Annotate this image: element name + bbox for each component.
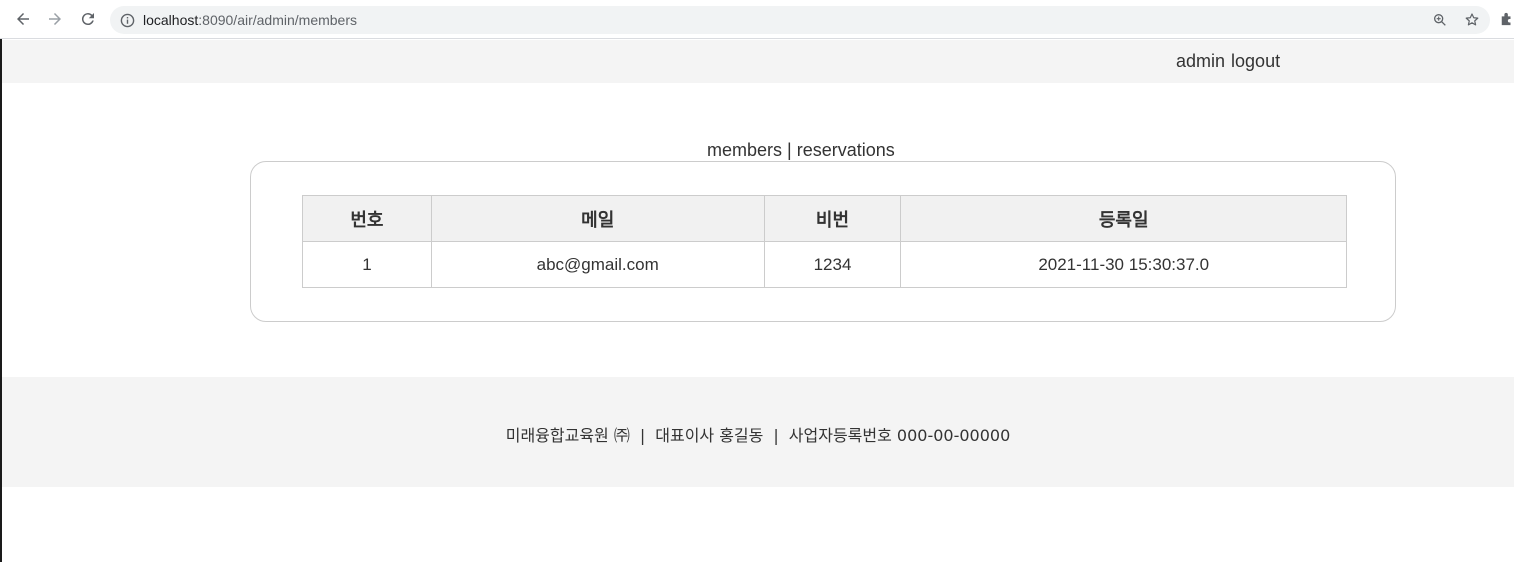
footer-company: 미래융합교육원 ㈜ xyxy=(505,426,630,445)
back-arrow-icon[interactable] xyxy=(12,8,34,30)
address-bar[interactable]: localhost:8090/air/admin/members xyxy=(110,6,1490,34)
footer-ceo: 대표이사 홍길동 xyxy=(655,426,764,445)
cell-number: 1 xyxy=(302,241,432,288)
bookmark-star-icon[interactable] xyxy=(1462,10,1482,30)
footer-separator: | xyxy=(773,426,779,445)
column-header-password: 비번 xyxy=(763,195,902,242)
members-card: 번호 메일 비번 등록일 1 abc@gmail.com 1234 2021-1… xyxy=(250,161,1396,322)
url-host: localhost xyxy=(143,12,199,28)
admin-nav: members | reservations xyxy=(707,140,895,161)
column-header-number: 번호 xyxy=(302,195,432,242)
cell-email: abc@gmail.com xyxy=(430,241,765,288)
column-header-registered-date: 등록일 xyxy=(900,195,1347,242)
table-row: 1 abc@gmail.com 1234 2021-11-30 15:30:37… xyxy=(302,241,1347,288)
site-header: admin logout xyxy=(2,40,1514,83)
zoom-icon[interactable] xyxy=(1430,10,1450,30)
members-link[interactable]: members xyxy=(707,140,782,161)
members-table: 번호 메일 비번 등록일 1 abc@gmail.com 1234 2021-1… xyxy=(302,195,1347,288)
info-icon[interactable] xyxy=(120,13,135,28)
table-header-row: 번호 메일 비번 등록일 xyxy=(302,195,1347,242)
footer-business-number: 사업자등록번호 000-00-00000 xyxy=(788,426,1011,445)
reservations-link[interactable]: reservations xyxy=(797,140,895,161)
nav-separator: | xyxy=(787,140,792,160)
cell-password: 1234 xyxy=(763,241,902,288)
forward-arrow-icon[interactable] xyxy=(44,8,66,30)
header-links: admin logout xyxy=(1176,51,1280,72)
column-header-email: 메일 xyxy=(430,195,765,242)
site-footer: 미래융합교육원 ㈜ | 대표이사 홍길동 | 사업자등록번호 000-00-00000 xyxy=(2,377,1514,487)
url-text[interactable]: localhost:8090/air/admin/members xyxy=(143,12,357,28)
admin-link[interactable]: admin xyxy=(1176,51,1225,72)
browser-toolbar: localhost:8090/air/admin/members xyxy=(0,0,1514,39)
extensions-puzzle-icon[interactable] xyxy=(1500,10,1514,28)
footer-separator: | xyxy=(639,426,646,445)
url-path: :8090/air/admin/members xyxy=(198,12,358,28)
cell-registered-date: 2021-11-30 15:30:37.0 xyxy=(900,241,1347,288)
reload-icon[interactable] xyxy=(77,8,99,30)
footer-info: 미래융합교육원 ㈜ | 대표이사 홍길동 | 사업자등록번호 000-00-00000 xyxy=(2,422,1514,446)
logout-link[interactable]: logout xyxy=(1231,51,1280,72)
